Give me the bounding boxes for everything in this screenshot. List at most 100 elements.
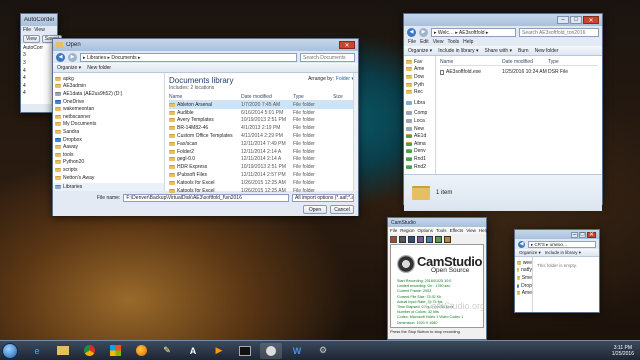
folder-icon[interactable] (52, 343, 74, 359)
nav-item[interactable]: Sme (515, 274, 532, 282)
breadcrumb[interactable]: ▸ Welc… ▸ AE3softfold ▸ (431, 27, 516, 37)
nav-item[interactable]: Rec (404, 88, 435, 96)
minimize-icon[interactable]: – (571, 231, 578, 238)
file-row[interactable]: Katools for Excel 1/26/2015 12:25 AM File … (169, 187, 354, 195)
menu-region[interactable]: Region (400, 228, 414, 233)
back-arrow-icon[interactable]: ◀ (56, 52, 65, 62)
menu-help[interactable]: Help (479, 228, 488, 233)
nav-item[interactable]: Denv (404, 148, 435, 156)
file-row[interactable]: AE3softfold.exe 1/25/2016 10:24 AM DSR F… (440, 68, 598, 76)
back-arrow-icon[interactable]: ◀ (518, 240, 525, 248)
search-input[interactable]: Search Documents (300, 52, 355, 62)
forward-arrow-icon[interactable]: ▶ (419, 27, 428, 37)
new-folder-button[interactable]: New folder (87, 65, 111, 71)
file-row[interactable]: Ableton Arsenal 1/7/2020 7:45 AM File fold… (169, 101, 354, 109)
nav-item[interactable]: AE1data (AE2us9h52) (D:) (53, 90, 164, 98)
menu-tools[interactable]: Tools (447, 39, 459, 45)
nav-item[interactable]: natfy (515, 267, 532, 275)
fullscreen-icon[interactable] (435, 235, 442, 243)
nav-item[interactable]: apkg (53, 75, 164, 83)
nav-item[interactable]: Python20 (53, 159, 164, 167)
system-clock[interactable]: 3:11 PM 1/25/2016 (612, 345, 634, 357)
nav-item[interactable]: Ame (515, 289, 532, 297)
nav-item[interactable]: AE1d (404, 132, 435, 140)
column-type[interactable]: Type (548, 59, 559, 65)
close-icon[interactable]: ✕ (587, 231, 596, 238)
file-row[interactable]: Katools for Excel 1/26/2015 12:25 AM File … (169, 179, 354, 187)
nav-item[interactable]: My Documents (53, 121, 164, 129)
stop-icon[interactable] (408, 235, 415, 243)
minimize-icon[interactable]: – (557, 16, 569, 24)
forward-arrow-icon[interactable]: ▶ (68, 52, 77, 62)
maximize-icon[interactable]: □ (579, 231, 586, 238)
nav-item[interactable]: wee (515, 259, 532, 267)
organize-button[interactable]: Organize ▾ (57, 65, 81, 71)
search-input[interactable]: Search AE3softfold_ton2016 (519, 27, 599, 37)
menu-help[interactable]: Help (463, 39, 473, 45)
column-date[interactable]: Date modified (241, 94, 293, 100)
menu-view[interactable]: View (433, 39, 444, 45)
chrome-icon[interactable] (78, 343, 100, 359)
nav-item[interactable]: netbscanner (53, 113, 164, 121)
breadcrumb[interactable]: ▸ CR'S ▸ unwoo… (528, 240, 596, 248)
paint-icon[interactable]: ✎ (156, 343, 178, 359)
nav-item[interactable]: tools (53, 151, 164, 159)
column-size[interactable]: Size (333, 94, 343, 100)
tool-icon[interactable]: ⚙ (312, 343, 334, 359)
open-button[interactable]: Open (303, 205, 327, 214)
camstudio-titlebar[interactable]: CamStudio (388, 218, 486, 227)
maximize-icon[interactable]: □ (570, 16, 582, 24)
arrange-by-dropdown[interactable]: Folder ▾ (336, 76, 354, 82)
menu-file[interactable]: File (408, 39, 416, 45)
nav-item[interactable]: Sandra (53, 128, 164, 136)
media-icon[interactable]: ▶ (208, 343, 230, 359)
word-icon[interactable]: W (286, 343, 308, 359)
nav-item[interactable]: Pyth (404, 81, 435, 89)
column-date[interactable]: Date modified (502, 59, 548, 65)
menu-effects[interactable]: Effects (450, 228, 464, 233)
column-name[interactable]: Name (440, 59, 502, 65)
pause-icon[interactable] (399, 235, 406, 243)
organize-button[interactable]: Organize ▾ (408, 48, 432, 54)
new-folder-button[interactable]: New folder (535, 48, 559, 54)
nav-item[interactable]: Dow (404, 73, 435, 81)
autocorder-tab-view[interactable]: View (23, 35, 40, 43)
file-row[interactable]: Avery Templates 10/19/2013 2:51 PM File fo… (169, 117, 354, 125)
menu-tools[interactable]: Tools (436, 228, 447, 233)
cancel-button[interactable]: Cancel (330, 205, 354, 214)
nav-item[interactable]: Comp (404, 110, 435, 118)
nav-item[interactable]: Drop (515, 282, 532, 290)
organize-button[interactable]: Organize ▾ (519, 250, 541, 256)
firefox-icon[interactable] (130, 343, 152, 359)
autocorder-menu-view[interactable]: View (34, 27, 45, 33)
nav-item[interactable]: Dropbox (53, 136, 164, 144)
share-with-button[interactable]: Share with ▾ (485, 48, 513, 54)
nav-item[interactable]: Libra (404, 99, 435, 107)
nav-item[interactable]: Rnd2 (404, 163, 435, 171)
include-library-button[interactable]: Include in library ▾ (545, 250, 581, 256)
file-row[interactable]: iPubsoft Files 12/11/2014 2:57 PM File fol… (169, 171, 354, 179)
menu-file[interactable]: File (390, 228, 397, 233)
nav-item[interactable]: Netton's Away (53, 174, 164, 182)
include-library-button[interactable]: Include in library ▾ (438, 48, 478, 54)
ms-icon[interactable] (104, 343, 126, 359)
nav-item[interactable]: Atma (404, 140, 435, 148)
nav-item[interactable]: Loca (404, 117, 435, 125)
file-row[interactable]: Custom Office Templates 4/11/2014 2:29 PM… (169, 132, 354, 140)
nav-item-libraries[interactable]: Libraries (53, 183, 164, 191)
nav-item[interactable]: AE3admin (53, 83, 164, 91)
a-icon[interactable]: A (182, 343, 204, 359)
back-arrow-icon[interactable]: ◀ (407, 27, 416, 37)
region-icon[interactable] (417, 235, 424, 243)
file-row[interactable]: BR-14M82-46 4/1/2013 2:19 PM File folder (169, 124, 354, 132)
file-row[interactable]: gegl-0.0 12/11/2014 2:14 A File folder (169, 156, 354, 164)
file-row[interactable]: Folder2 12/11/2014 2:14 A File folder (169, 148, 354, 156)
menu-edit[interactable]: Edit (420, 39, 429, 45)
burn-button[interactable]: Burn (518, 48, 529, 54)
record-icon[interactable] (390, 235, 397, 243)
filename-input[interactable]: F:\Denver\Backup\VirtualDisk\AE3\softfol… (123, 193, 289, 202)
column-type[interactable]: Type (293, 94, 333, 100)
audio-icon[interactable] (444, 235, 451, 243)
small-titlebar[interactable]: – □ ✕ (515, 230, 599, 239)
nav-item[interactable]: New (404, 125, 435, 133)
